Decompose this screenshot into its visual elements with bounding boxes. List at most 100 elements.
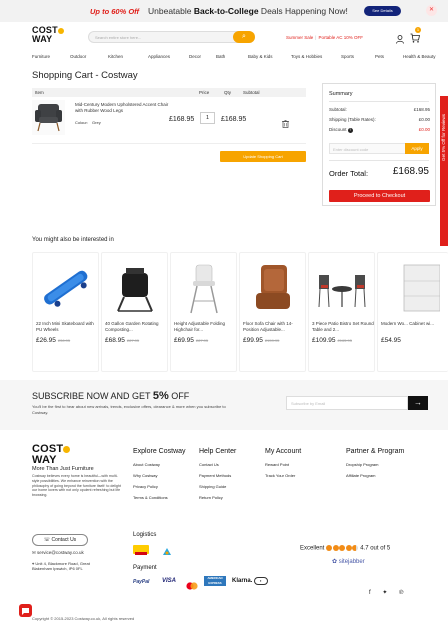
promo-text: Unbeatable Back-to-College Deals Happeni… bbox=[148, 6, 348, 16]
star-icon bbox=[339, 545, 346, 551]
paypal-logo: PayPal bbox=[133, 579, 150, 585]
footer-link[interactable]: About Costway bbox=[133, 462, 186, 467]
search-placeholder: Search entire store here... bbox=[95, 35, 142, 40]
footer-col-explore: Explore Costway About Costway Why Costwa… bbox=[133, 448, 186, 500]
product-name: Modern Wo... Cabinet wi... bbox=[381, 321, 434, 326]
cart-count-badge: 1 bbox=[415, 27, 421, 33]
product-name: 3 Piece Patio Bistro Set Round Table and… bbox=[312, 321, 374, 332]
footer-email[interactable]: ✉ service@costway.co.uk bbox=[32, 550, 84, 556]
info-icon[interactable]: ? bbox=[347, 128, 353, 133]
proceed-to-checkout-button[interactable]: Proceed to Checkout bbox=[329, 190, 430, 202]
chair-product-image[interactable] bbox=[32, 100, 65, 135]
footer-link[interactable]: Terms & Conditions bbox=[133, 495, 186, 500]
cart-table-header: Item Price Qty Subtotal bbox=[32, 88, 306, 97]
header-promo[interactable]: Summer Sale | Portable AC 10% OFF bbox=[286, 35, 363, 40]
footer-tagline: More Than Just Furniture bbox=[32, 466, 94, 472]
footer-link[interactable]: Why Costway bbox=[133, 473, 186, 478]
subscribe-description: You'll be the first to hear about new ar… bbox=[32, 404, 226, 415]
product-card[interactable]: 3 Piece Patio Bistro Set Round Table and… bbox=[308, 252, 375, 372]
product-price: £109.95 £165.95 bbox=[312, 337, 352, 344]
user-icon[interactable] bbox=[396, 31, 404, 49]
quantity-input[interactable]: 1 bbox=[200, 112, 215, 124]
summary-shipping: Shipping (Table Rates): £0.00 bbox=[329, 117, 430, 122]
subscribe-arrow-button[interactable]: → bbox=[408, 396, 428, 410]
footer-about: Costway believes every home is beautiful… bbox=[32, 474, 121, 498]
nav-item[interactable]: Furniture bbox=[32, 54, 70, 64]
footer-link[interactable]: Privacy Policy bbox=[133, 484, 186, 489]
footer-link[interactable]: Track Your Order bbox=[265, 473, 301, 478]
visa-logo: VISA bbox=[162, 578, 177, 584]
product-colour: Colour: Grey bbox=[75, 120, 101, 125]
footer-link[interactable]: Payment Methods bbox=[199, 473, 236, 478]
logistics-title: Logistics bbox=[133, 532, 157, 538]
footer-link[interactable]: Reward Point bbox=[265, 462, 301, 467]
cart-item-row: Mid-Century Modern Upholstered Accent Ch… bbox=[32, 100, 306, 144]
product-card[interactable]: Floor Sofa Chair with 14-Position Adjust… bbox=[239, 252, 306, 372]
subscribe-email-input[interactable]: Subscribe by Email bbox=[286, 396, 408, 410]
nav-item[interactable]: Health & Beauty bbox=[403, 54, 446, 64]
nav-item[interactable]: Bath bbox=[216, 54, 248, 64]
cart-icon[interactable]: 1 bbox=[410, 27, 421, 48]
subscribe-section: SUBSCRIBE NOW AND GET 5% OFF You'll be t… bbox=[0, 380, 448, 430]
col-subtotal: Subtotal bbox=[243, 90, 260, 95]
nav-item[interactable]: Toys & Hobbies bbox=[291, 54, 341, 64]
nav-item[interactable]: Sports bbox=[341, 54, 375, 64]
mastercard-logo bbox=[186, 577, 198, 590]
footer-link[interactable]: Affiliate Program bbox=[346, 473, 404, 478]
nav-item[interactable]: Outdoor bbox=[70, 54, 108, 64]
item-subtotal: £168.95 bbox=[221, 116, 247, 123]
discount-code-input[interactable]: Enter discount code bbox=[329, 143, 413, 154]
nav-item[interactable]: Appliances bbox=[148, 54, 189, 64]
chat-icon[interactable] bbox=[19, 604, 32, 617]
nav-item[interactable]: Kitchen bbox=[108, 54, 148, 64]
nav-item[interactable]: Baby & Kids bbox=[248, 54, 291, 64]
facebook-icon[interactable]: f bbox=[369, 590, 371, 596]
see-details-button[interactable]: See Details bbox=[364, 6, 401, 16]
page-title: Shopping Cart - Costway bbox=[32, 70, 138, 81]
col-item: Item bbox=[35, 90, 44, 95]
nav-item[interactable]: Decor bbox=[189, 54, 216, 64]
star-icon bbox=[326, 545, 333, 551]
recommendations-title: You might also be interested in bbox=[32, 237, 114, 243]
footer-link[interactable]: Contact Us bbox=[199, 462, 236, 467]
product-card[interactable]: Height Adjustable Folding Highchair for.… bbox=[170, 252, 237, 372]
highchair-image bbox=[175, 259, 233, 317]
apply-button[interactable]: Apply bbox=[405, 143, 429, 154]
summary-subtotal: Subtotal: £168.95 bbox=[329, 107, 430, 112]
footer-logo[interactable]: COST WAY bbox=[32, 444, 71, 466]
product-name: 22 Inch Mini Skateboard with PU Wheels bbox=[36, 321, 94, 332]
product-card[interactable]: 40 Gallon Garden Rotating Composting... … bbox=[101, 252, 168, 372]
footer-link[interactable]: Return Policy bbox=[199, 495, 236, 500]
twitter-icon[interactable]: ✦ bbox=[382, 590, 387, 596]
search-button[interactable]: ⌕ bbox=[233, 31, 255, 43]
product-card[interactable]: 22 Inch Mini Skateboard with PU Wheels £… bbox=[32, 252, 99, 372]
sitejabber-logo[interactable]: ✿ sitejabber bbox=[332, 558, 365, 565]
product-name[interactable]: Mid-Century Modern Upholstered Accent Ch… bbox=[75, 102, 175, 114]
cabinet-image bbox=[382, 259, 441, 317]
footer-col-partner: Partner & Program Dropship Program Affil… bbox=[346, 448, 405, 478]
update-cart-button[interactable]: Update Shopping Cart bbox=[220, 151, 306, 162]
product-price: £54.95 bbox=[381, 337, 401, 344]
footer-col-help: Help Center Contact Us Payment Methods S… bbox=[199, 448, 237, 500]
summary-title: Summary bbox=[329, 91, 353, 97]
footer-link[interactable]: Dropship Program bbox=[346, 462, 404, 467]
product-card[interactable]: Modern Wo... Cabinet wi... £54.95 bbox=[377, 252, 448, 372]
pinterest-icon[interactable]: ℗ bbox=[399, 590, 403, 596]
payment-title: Payment bbox=[133, 565, 157, 571]
klarna-logo: Klarna. bbox=[232, 578, 253, 584]
col-price: Price bbox=[199, 90, 210, 95]
close-icon[interactable]: ✕ bbox=[426, 5, 437, 16]
rating-summary[interactable]: Excellent 4.7 out of 5 bbox=[300, 545, 390, 552]
product-price: £26.95 £36.95 bbox=[36, 337, 71, 344]
amex-logo: AMERICAN EXPRESS bbox=[204, 576, 226, 586]
logo[interactable]: COST WAY bbox=[32, 26, 72, 46]
contact-us-button[interactable]: ☏ Contact Us bbox=[32, 534, 88, 546]
bistro-set-image bbox=[313, 259, 371, 317]
footer-link[interactable]: Shipping Guide bbox=[199, 484, 236, 489]
reviews-side-tab[interactable]: Get 5% Off for Reviews bbox=[440, 96, 448, 246]
composter-image bbox=[106, 259, 164, 317]
search-input[interactable]: Search entire store here... ⌕ bbox=[88, 31, 255, 43]
trash-icon[interactable] bbox=[282, 115, 289, 133]
nav-item[interactable]: Pets bbox=[375, 54, 403, 64]
promo-highlight: Up to 60% Off bbox=[90, 7, 140, 16]
